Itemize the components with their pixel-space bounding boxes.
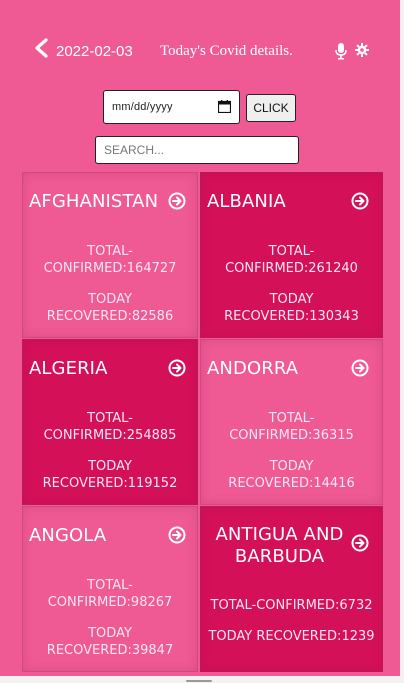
country-name: ANGOLA (29, 525, 107, 546)
header: 2022-02-03 Today's Covid details. (0, 32, 400, 68)
today-recovered-value: 14416 (313, 476, 355, 491)
today-recovered-value: 130343 (309, 309, 359, 324)
app-screen: 2022-02-03 Today's Covid details. mm/dd/… (0, 0, 400, 676)
total-confirmed-label: TOTAL-CONFIRMED: (210, 598, 340, 613)
chevron-left-icon[interactable] (33, 38, 51, 58)
total-confirmed: TOTAL-CONFIRMED:6732 (201, 597, 382, 614)
total-confirmed-value: 98267 (130, 595, 173, 610)
country-card-angola[interactable]: ANGOLA TOTAL- CONFIRMED:98267 TODAY RECO… (22, 506, 198, 672)
gear-icon[interactable] (355, 43, 369, 57)
today-recovered-label: TODAY RECOVERED: (208, 629, 342, 644)
today-recovered: TODAY RECOVERED:1239 (201, 628, 382, 645)
screen-edge (400, 0, 404, 683)
total-confirmed-value: 254885 (126, 428, 177, 443)
today-recovered: TODAY RECOVERED:119152 (23, 458, 197, 492)
today-recovered-label-top: TODAY (88, 292, 132, 307)
total-confirmed-label: CONFIRMED: (43, 261, 127, 276)
arrow-right-circle-icon[interactable] (168, 192, 186, 210)
country-card-antigua-and-barbuda[interactable]: ANTIGUA AND BARBUDA TOTAL-CONFIRMED:6732… (200, 506, 383, 672)
search-input[interactable] (95, 136, 299, 164)
today-recovered: TODAY RECOVERED:39847 (23, 625, 197, 659)
today-recovered: TODAY RECOVERED:130343 (201, 291, 382, 325)
calendar-icon[interactable] (218, 100, 231, 113)
country-grid: AFGHANISTAN TOTAL- CONFIRMED:164727 TODA… (22, 172, 383, 676)
header-date: 2022-02-03 (56, 43, 133, 60)
date-picker-placeholder: mm/dd/yyyy (112, 101, 173, 113)
arrow-right-circle-icon[interactable] (351, 534, 369, 552)
today-recovered-label-top: TODAY (269, 459, 314, 474)
today-recovered-label-top: TODAY (88, 459, 132, 474)
arrow-right-circle-icon[interactable] (168, 526, 186, 544)
total-confirmed-label-top: TOTAL- (87, 244, 133, 259)
date-picker-input[interactable]: mm/dd/yyyy (103, 90, 240, 124)
total-confirmed: TOTAL- CONFIRMED:261240 (201, 243, 382, 277)
today-recovered-label: RECOVERED: (42, 476, 128, 491)
country-card-andorra[interactable]: ANDORRA TOTAL- CONFIRMED:36315 TODAY REC… (200, 339, 383, 505)
total-confirmed: TOTAL- CONFIRMED:36315 (201, 410, 382, 444)
total-confirmed-label-top: TOTAL- (268, 244, 315, 259)
click-button[interactable]: CLICK (246, 94, 296, 122)
country-name: ALGERIA (29, 358, 108, 379)
country-name: ALBANIA (207, 191, 286, 212)
country-name: ANTIGUA AND BARBUDA (215, 524, 344, 567)
total-confirmed-label-top: TOTAL- (87, 411, 133, 426)
today-recovered-label-top: TODAY (88, 626, 132, 641)
arrow-right-circle-icon[interactable] (351, 359, 369, 377)
total-confirmed-value: 36315 (312, 428, 354, 443)
microphone-icon[interactable] (334, 42, 348, 60)
country-card-albania[interactable]: ALBANIA TOTAL- CONFIRMED:261240 TODAY RE… (200, 172, 383, 338)
today-recovered-label: RECOVERED: (46, 643, 132, 658)
arrow-right-circle-icon[interactable] (168, 359, 186, 377)
today-recovered-label: RECOVERED: (46, 309, 132, 324)
country-card-algeria[interactable]: ALGERIA TOTAL- CONFIRMED:254885 TODAY RE… (22, 339, 198, 505)
country-card-afghanistan[interactable]: AFGHANISTAN TOTAL- CONFIRMED:164727 TODA… (22, 172, 198, 338)
today-recovered-value: 39847 (131, 643, 174, 658)
total-confirmed-label: CONFIRMED: (225, 261, 309, 276)
total-confirmed-label: CONFIRMED: (47, 595, 131, 610)
today-recovered-value: 119152 (127, 476, 178, 491)
home-indicator[interactable] (186, 680, 212, 682)
total-confirmed-label-top: TOTAL- (268, 411, 315, 426)
country-name: AFGHANISTAN (29, 191, 159, 212)
page-title: Today's Covid details. (160, 43, 293, 59)
total-confirmed: TOTAL- CONFIRMED:164727 (23, 243, 197, 277)
today-recovered: TODAY RECOVERED:82586 (23, 291, 197, 325)
arrow-right-circle-icon[interactable] (351, 192, 369, 210)
today-recovered: TODAY RECOVERED:14416 (201, 458, 382, 492)
total-confirmed-value: 261240 (308, 261, 358, 276)
today-recovered-label: RECOVERED: (228, 476, 314, 491)
today-recovered-label: RECOVERED: (224, 309, 310, 324)
total-confirmed-label: CONFIRMED: (43, 428, 127, 443)
total-confirmed-value: 6732 (339, 598, 373, 613)
today-recovered-label-top: TODAY (269, 292, 314, 307)
total-confirmed-label: CONFIRMED: (229, 428, 313, 443)
total-confirmed-label-top: TOTAL- (87, 578, 133, 593)
total-confirmed: TOTAL- CONFIRMED:254885 (23, 410, 197, 444)
today-recovered-value: 82586 (131, 309, 174, 324)
country-name: ANDORRA (207, 358, 299, 379)
total-confirmed: TOTAL- CONFIRMED:98267 (23, 577, 197, 611)
total-confirmed-value: 164727 (126, 261, 177, 276)
today-recovered-value: 1239 (341, 629, 375, 644)
